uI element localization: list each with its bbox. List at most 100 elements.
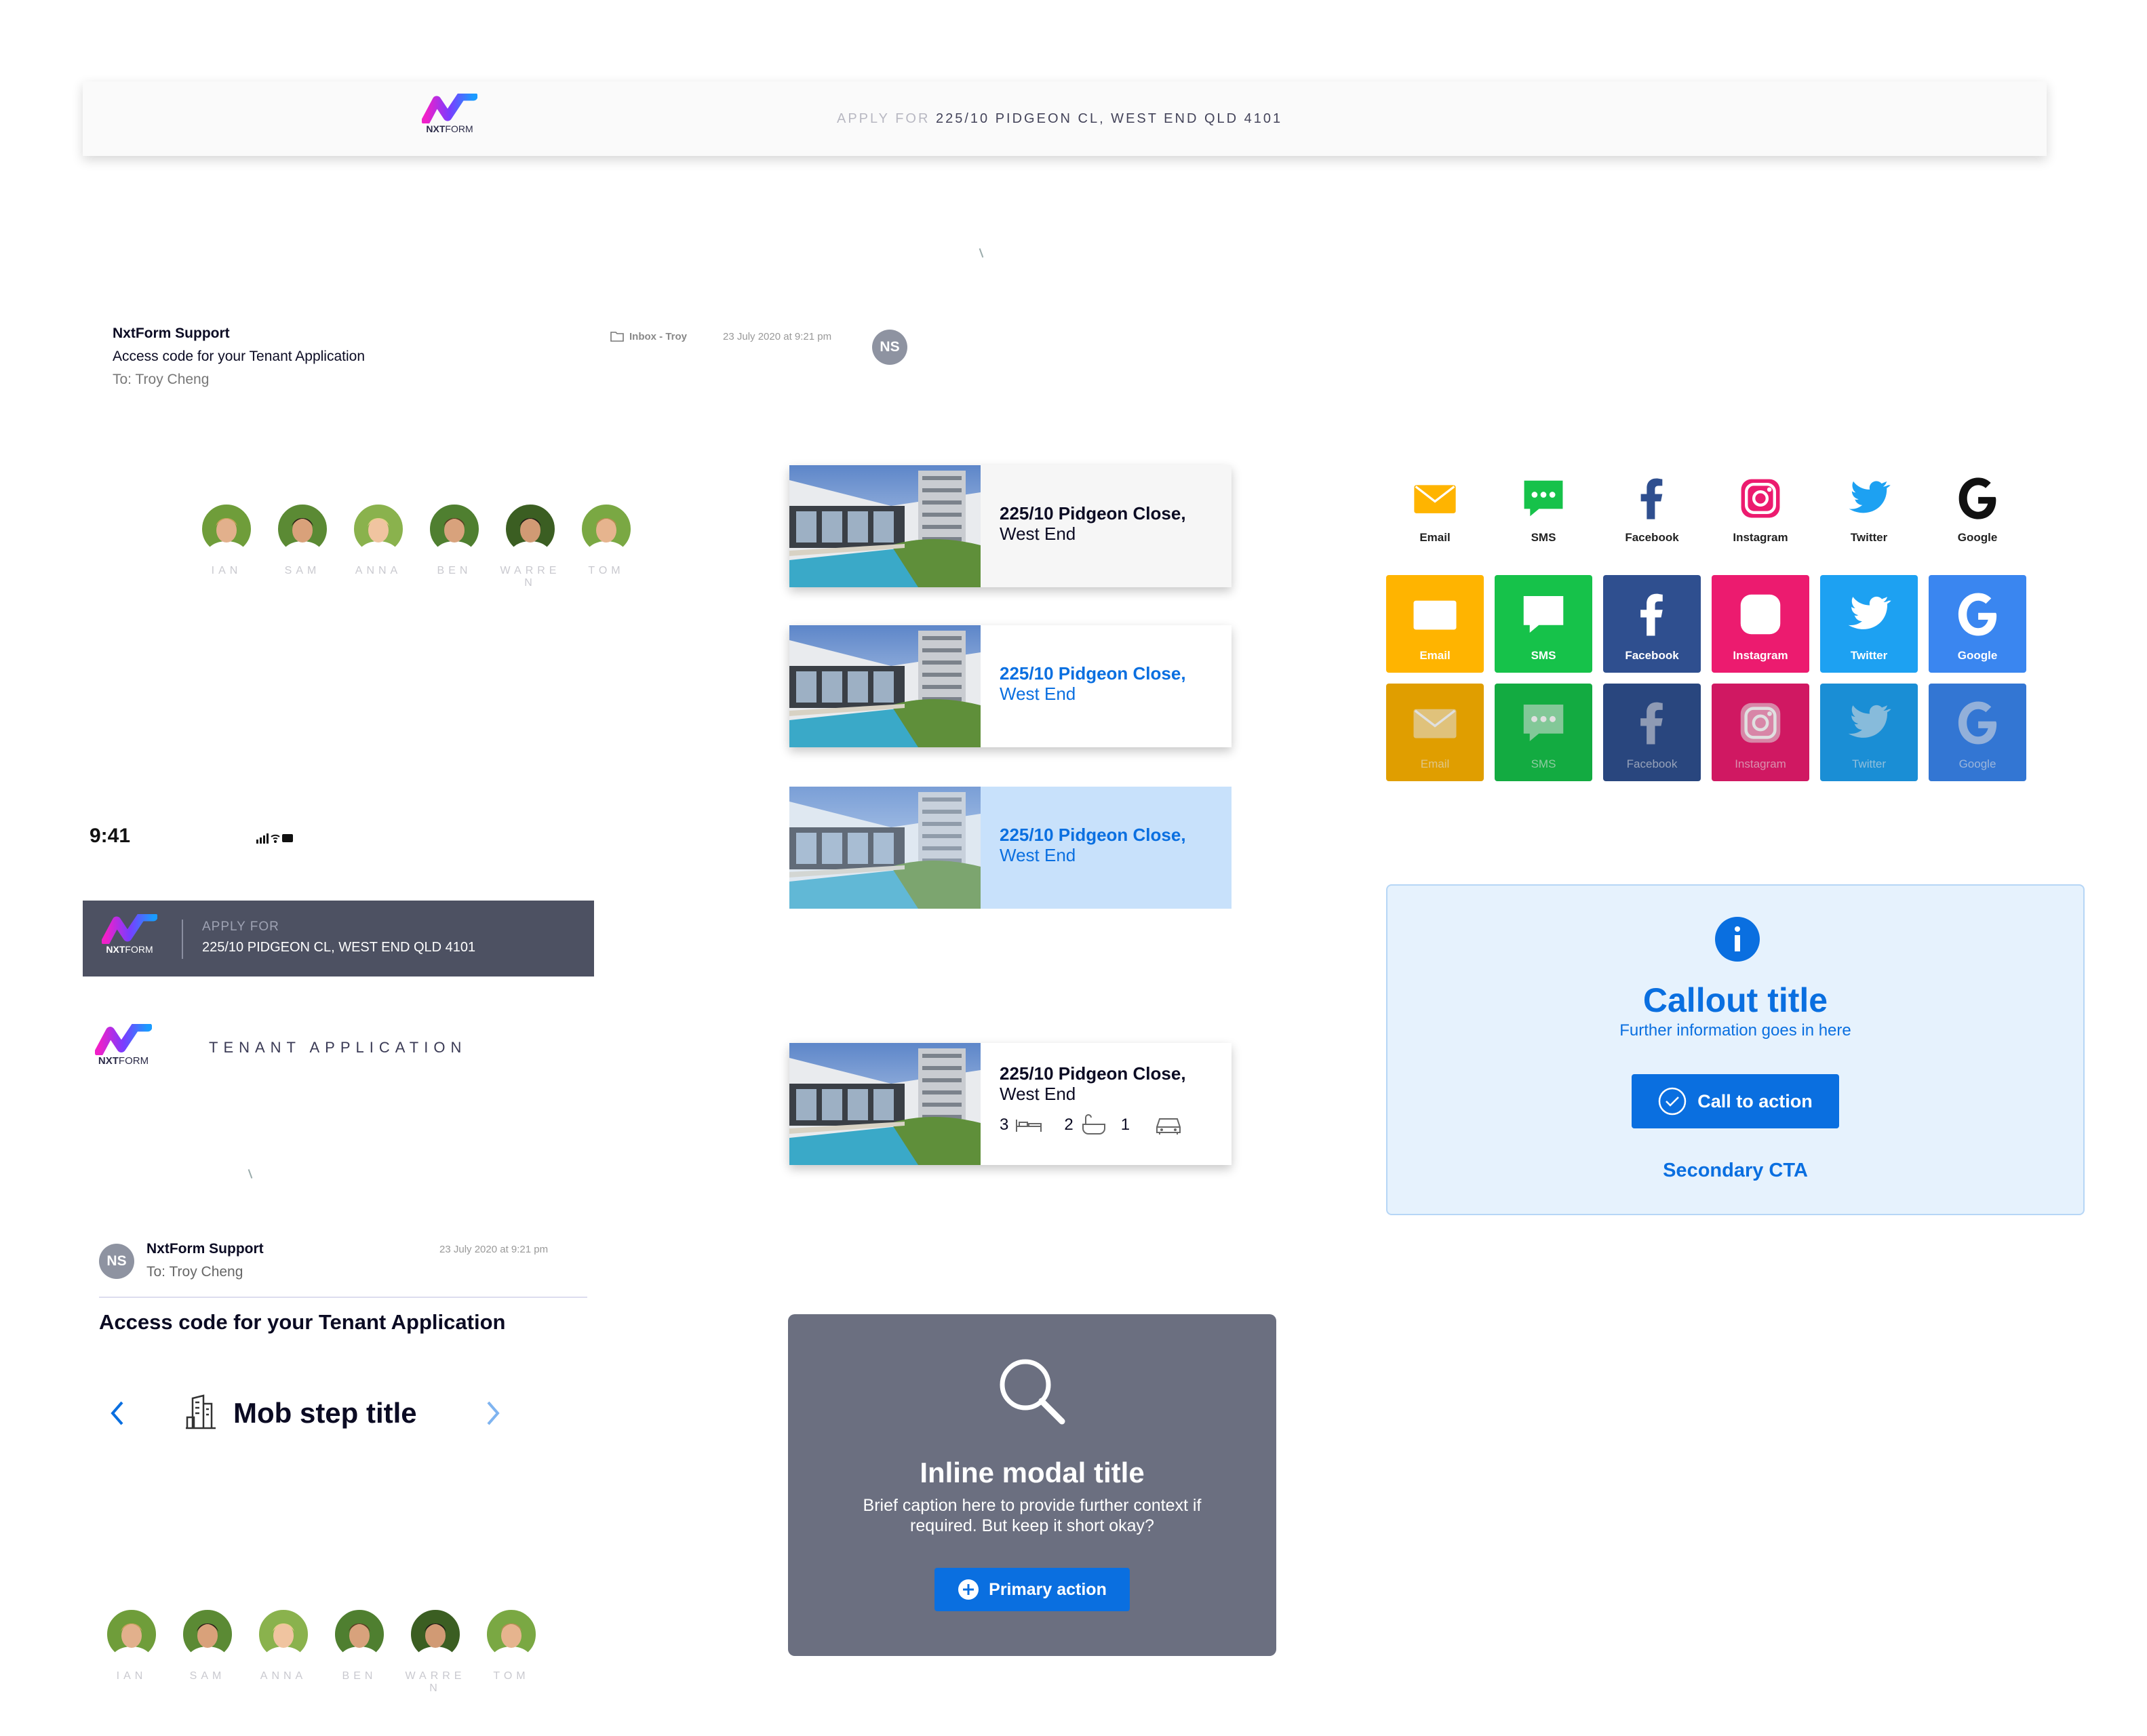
header-divider	[182, 920, 183, 959]
folder-icon	[610, 332, 624, 342]
email-folder[interactable]: Inbox - Troy	[629, 331, 687, 342]
bed-icon	[1016, 1120, 1042, 1132]
share-sms-option[interactable]: SMS	[1495, 475, 1592, 545]
avatar	[486, 1609, 537, 1660]
email-recipient: To: Troy Cheng	[146, 1264, 243, 1280]
share-sms-tile[interactable]: SMS	[1495, 684, 1592, 781]
share-label: Email	[1420, 757, 1450, 770]
share-label: Facebook	[1625, 531, 1679, 544]
email-header-desktop[interactable]: NxtForm Support Access code for your Ten…	[113, 323, 913, 397]
avatar	[201, 503, 252, 555]
callout-box: Callout title Further information goes i…	[1386, 884, 2085, 1215]
share-facebook-option[interactable]: Facebook	[1603, 475, 1701, 545]
status-bar-icons	[256, 833, 293, 844]
email-date: 23 July 2020 at 9:21 pm	[723, 331, 832, 342]
envelope-icon	[1411, 698, 1459, 751]
avatar	[182, 1609, 233, 1660]
share-email-tile[interactable]: Email	[1386, 684, 1484, 781]
team-avatar-row: IAN SAM ANNA BEN WARREN TOM	[106, 1609, 553, 1697]
property-card-with-features[interactable]: 225/10 Pidgeon Close, West End 3 2 1	[789, 1043, 1232, 1165]
share-instagram-option[interactable]: Instagram	[1712, 475, 1809, 545]
property-card-selected[interactable]: 225/10 Pidgeon Close, West End	[789, 787, 1232, 909]
share-instagram-tile[interactable]: Instagram	[1712, 684, 1809, 781]
nxtform-logo[interactable]: NXTFORM	[422, 94, 477, 134]
property-suburb: West End	[1000, 684, 1076, 704]
share-label: Twitter	[1850, 649, 1888, 662]
share-label: Google	[1957, 531, 1998, 544]
team-member[interactable]: IAN	[106, 1609, 165, 1682]
team-member[interactable]: BEN	[429, 503, 488, 577]
modal-title: Inline modal title	[920, 1457, 1145, 1488]
share-twitter-tile[interactable]: Twitter	[1820, 684, 1918, 781]
property-suburb: West End	[1000, 845, 1076, 865]
property-address: 225/10 PIDGEON CL, WEST END QLD 4101	[935, 111, 1283, 126]
avatar	[353, 503, 404, 555]
share-google-tile[interactable]: Google	[1929, 575, 2026, 673]
call-to-action-button[interactable]: Call to action	[1632, 1074, 1839, 1128]
property-street: 225/10 Pidgeon Close,	[1000, 663, 1186, 684]
share-icon-row: Email SMS Facebook Instagram Twitter Google	[1386, 475, 2037, 549]
share-instagram-tile[interactable]: Instagram	[1712, 575, 1809, 673]
share-twitter-option[interactable]: Twitter	[1820, 475, 1918, 545]
email-date: 23 July 2020 at 9:21 pm	[439, 1244, 549, 1255]
share-facebook-tile[interactable]: Facebook	[1603, 575, 1701, 673]
nxtform-logo-mark	[422, 94, 477, 123]
team-avatar-row: IAN SAM ANNA BEN WARREN TOM	[201, 503, 648, 591]
share-twitter-tile[interactable]: Twitter	[1820, 575, 1918, 673]
share-label: Facebook	[1625, 649, 1679, 662]
share-label: Twitter	[1850, 531, 1888, 544]
share-google-tile[interactable]: Google	[1929, 684, 2026, 781]
google-icon	[1954, 475, 2001, 526]
team-member[interactable]: TOM	[580, 503, 640, 577]
callout-title: Callout title	[1642, 981, 1828, 1019]
share-label: Email	[1419, 531, 1451, 544]
property-features: 3 2 1	[1000, 1113, 1186, 1137]
email-subject: Access code for your Tenant Application	[99, 1310, 506, 1334]
property-suburb: West End	[1000, 524, 1076, 544]
share-email-option[interactable]: Email	[1386, 475, 1484, 545]
team-member[interactable]: BEN	[334, 1609, 393, 1682]
team-member[interactable]: WARREN	[500, 503, 564, 589]
nxtform-logo[interactable]: NXTFORM	[102, 914, 157, 955]
property-card-hover[interactable]: 225/10 Pidgeon Close, West End	[789, 625, 1232, 747]
team-member-name: WARREN	[500, 565, 561, 589]
share-email-tile[interactable]: Email	[1386, 575, 1484, 673]
team-member[interactable]: SAM	[277, 503, 336, 577]
share-google-option[interactable]: Google	[1929, 475, 2026, 545]
bath-icon	[1082, 1114, 1105, 1135]
property-photo	[789, 787, 981, 909]
share-label: Facebook	[1626, 757, 1678, 770]
team-member[interactable]: IAN	[201, 503, 260, 577]
property-card-default[interactable]: 225/10 Pidgeon Close, West End	[789, 465, 1232, 587]
nxtform-logo-mark	[102, 914, 157, 944]
primary-action-button[interactable]: Primary action	[934, 1568, 1130, 1611]
share-facebook-tile[interactable]: Facebook	[1603, 684, 1701, 781]
secondary-cta-link[interactable]: Secondary CTA	[1387, 1160, 2083, 1182]
team-member-name: SAM	[189, 1670, 226, 1682]
team-member[interactable]: TOM	[486, 1609, 545, 1682]
email-divider	[99, 1297, 587, 1298]
team-member-name: WARREN	[405, 1670, 466, 1694]
tenant-application-title: TENANT APPLICATION	[209, 1039, 467, 1056]
logo-wordmark: NXTFORM	[106, 944, 153, 955]
team-member[interactable]: SAM	[182, 1609, 241, 1682]
team-member[interactable]: ANNA	[258, 1609, 317, 1682]
building-icon	[186, 1394, 216, 1429]
bathroom-count: 2	[1064, 1116, 1074, 1134]
team-member[interactable]: ANNA	[353, 503, 412, 577]
plus-circle-icon	[958, 1579, 979, 1600]
email-recipient: To: Troy Cheng	[113, 372, 210, 387]
instagram-icon	[1736, 698, 1785, 751]
email-sender: NxtForm Support	[146, 1241, 264, 1257]
share-label: SMS	[1531, 531, 1556, 544]
team-member[interactable]: WARREN	[406, 1609, 469, 1695]
chevron-left-icon[interactable]	[109, 1400, 125, 1427]
team-member-name: ANNA	[355, 565, 402, 576]
apply-for-label: APPLY FOR	[202, 920, 279, 934]
email-header-mobile[interactable]: NS NxtForm Support To: Troy Cheng 23 Jul…	[99, 1241, 587, 1336]
avatar	[580, 503, 632, 555]
nxtform-logo[interactable]: NXTFORM	[95, 1024, 152, 1067]
share-sms-tile[interactable]: SMS	[1495, 575, 1592, 673]
chevron-right-icon[interactable]	[486, 1400, 502, 1427]
avatar	[429, 503, 480, 555]
